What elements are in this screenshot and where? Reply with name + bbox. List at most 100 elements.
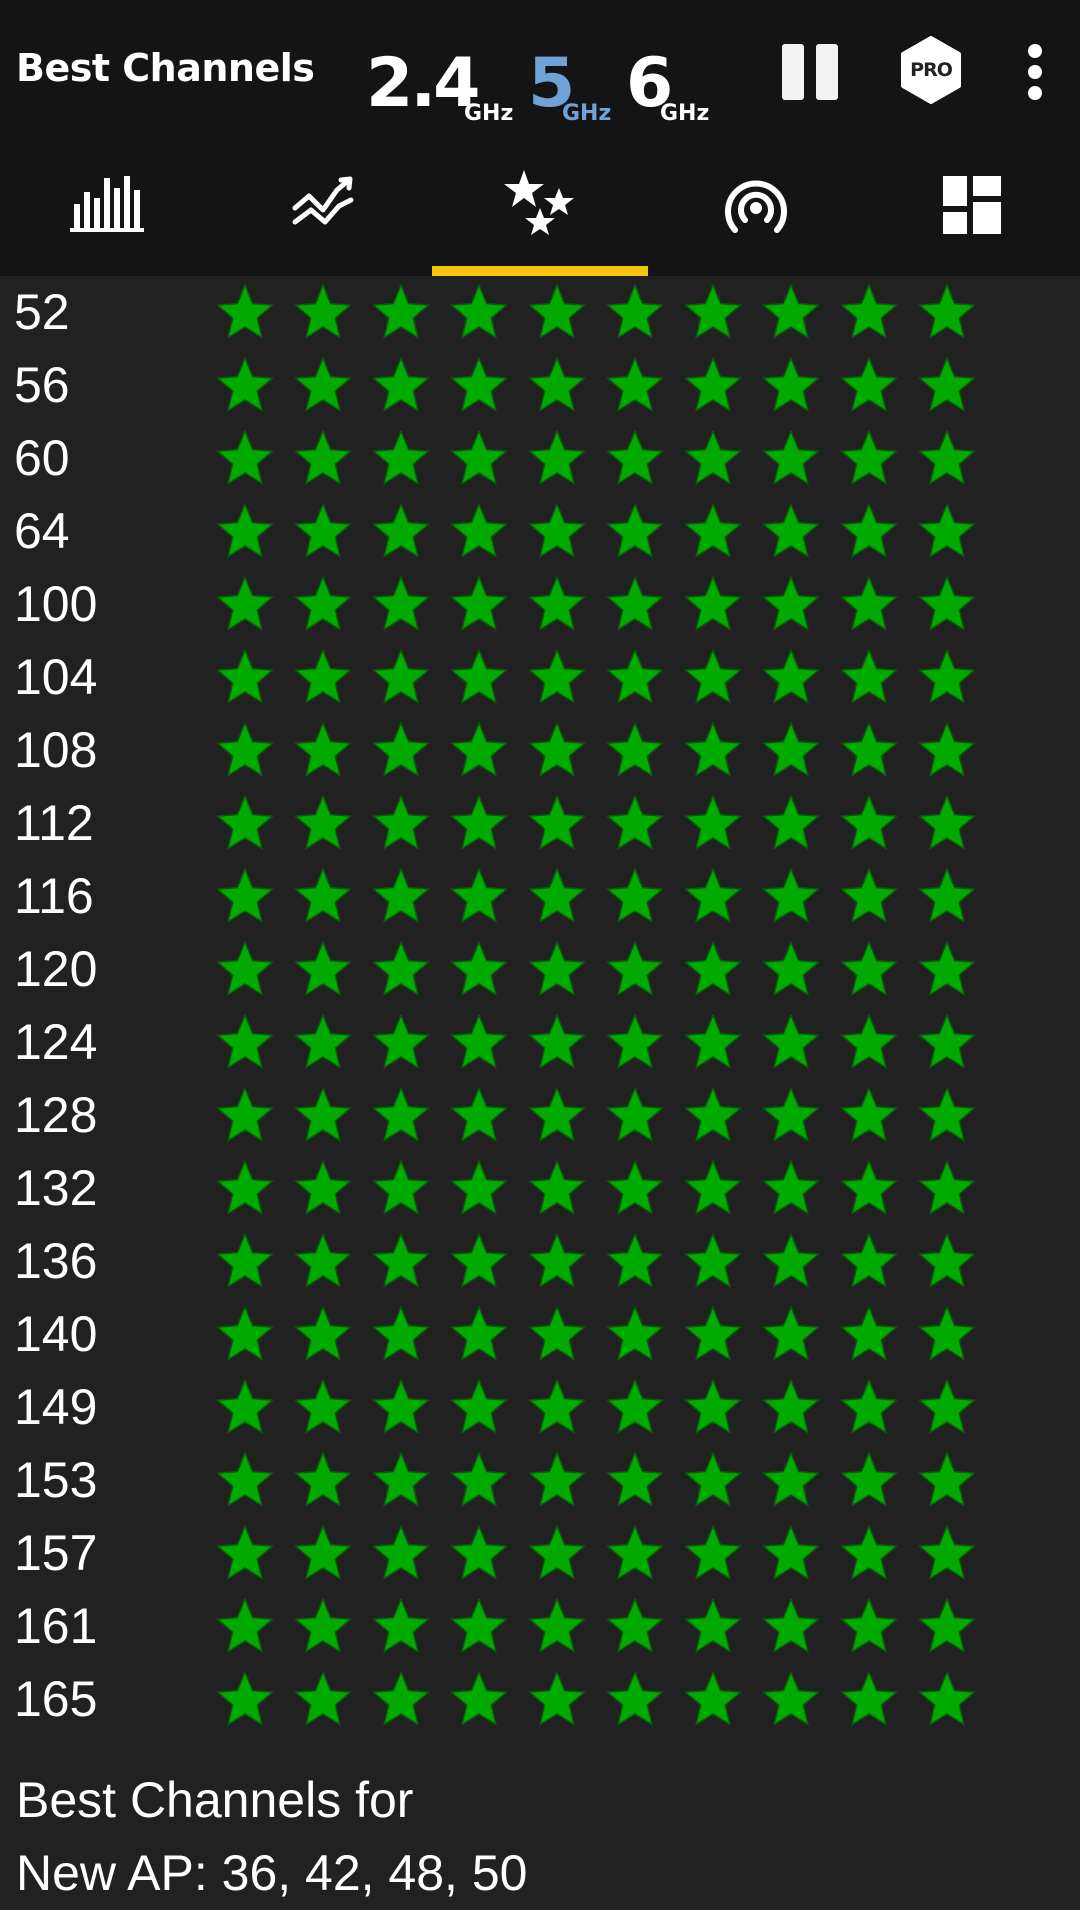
star-icon bbox=[448, 1596, 510, 1658]
star-icon bbox=[916, 428, 978, 490]
star-icon bbox=[214, 1012, 276, 1074]
star-icon bbox=[760, 793, 822, 855]
star-icon bbox=[370, 939, 432, 1001]
top-app-bar: Best Channels 2.4 GHz 5 GHz 6 GHz PRO bbox=[0, 0, 1080, 276]
star-icon bbox=[448, 428, 510, 490]
star-icon bbox=[214, 1377, 276, 1439]
star-icon bbox=[214, 939, 276, 1001]
star-icon bbox=[916, 720, 978, 782]
star-icon bbox=[604, 793, 666, 855]
star-icon bbox=[916, 793, 978, 855]
tab-bar bbox=[0, 150, 1080, 276]
time-graph-icon bbox=[292, 176, 354, 225]
star-icon bbox=[448, 1231, 510, 1293]
star-icon bbox=[604, 1085, 666, 1147]
band-5ghz-button[interactable]: 5 GHz bbox=[528, 44, 611, 134]
star-icon bbox=[604, 1450, 666, 1512]
channel-row: 165 bbox=[0, 1663, 1080, 1736]
star-icon bbox=[838, 1085, 900, 1147]
tab-channel-rating[interactable] bbox=[432, 150, 648, 276]
channel-number: 104 bbox=[14, 649, 98, 705]
star-icon bbox=[604, 428, 666, 490]
star-icon bbox=[760, 647, 822, 709]
star-icon bbox=[370, 1377, 432, 1439]
star-icon bbox=[838, 574, 900, 636]
star-icon bbox=[916, 647, 978, 709]
star-icon bbox=[838, 1012, 900, 1074]
pro-button[interactable]: PRO bbox=[900, 36, 962, 104]
channel-number: 100 bbox=[14, 576, 98, 632]
star-icon bbox=[526, 282, 588, 344]
selected-tab-indicator bbox=[432, 266, 648, 276]
star-icon bbox=[292, 647, 354, 709]
star-icon bbox=[526, 720, 588, 782]
star-icon bbox=[838, 793, 900, 855]
star-icon bbox=[370, 647, 432, 709]
star-icon bbox=[448, 282, 510, 344]
star-icon bbox=[292, 793, 354, 855]
star-icon bbox=[370, 574, 432, 636]
star-icon bbox=[838, 866, 900, 928]
star-icon bbox=[292, 574, 354, 636]
star-icon bbox=[448, 647, 510, 709]
star-icon bbox=[370, 1085, 432, 1147]
star-icon bbox=[916, 1158, 978, 1220]
tab-dashboard[interactable] bbox=[864, 150, 1080, 276]
tab-time-graph[interactable] bbox=[216, 150, 432, 276]
star-icon bbox=[760, 355, 822, 417]
tab-channel-graph[interactable] bbox=[0, 150, 216, 276]
band-2-4ghz-button[interactable]: 2.4 GHz bbox=[366, 44, 513, 134]
band-unit: GHz bbox=[464, 101, 514, 126]
channel-number: 56 bbox=[14, 357, 70, 413]
star-icon bbox=[760, 1158, 822, 1220]
channel-number: 112 bbox=[14, 795, 94, 851]
star-icon bbox=[760, 574, 822, 636]
star-icon bbox=[526, 501, 588, 563]
star-icon bbox=[760, 1231, 822, 1293]
band-6ghz-button[interactable]: 6 GHz bbox=[626, 44, 709, 134]
star-icon bbox=[214, 1231, 276, 1293]
star-icon bbox=[604, 647, 666, 709]
star-icon bbox=[370, 1012, 432, 1074]
star-icon bbox=[916, 1012, 978, 1074]
star-icon bbox=[292, 1085, 354, 1147]
star-icon bbox=[292, 501, 354, 563]
star-icon bbox=[682, 866, 744, 928]
best-channels-heading: Best Channels for bbox=[16, 1772, 414, 1828]
star-icon bbox=[370, 1450, 432, 1512]
page-title: Best Channels bbox=[16, 46, 315, 90]
star-icon bbox=[604, 1158, 666, 1220]
channel-row: 56 bbox=[0, 349, 1080, 422]
star-icon bbox=[292, 1669, 354, 1731]
star-icon bbox=[682, 1158, 744, 1220]
more-vert-icon[interactable] bbox=[1020, 42, 1050, 102]
star-icon bbox=[526, 793, 588, 855]
star-icon bbox=[760, 1377, 822, 1439]
tab-access-points[interactable] bbox=[648, 150, 864, 276]
star-icon bbox=[214, 1085, 276, 1147]
channel-row: 100 bbox=[0, 568, 1080, 641]
channel-number: 161 bbox=[14, 1598, 98, 1654]
star-icon bbox=[916, 501, 978, 563]
channel-number: 132 bbox=[14, 1160, 98, 1216]
star-icon bbox=[760, 501, 822, 563]
star-icon bbox=[448, 1304, 510, 1366]
star-icon bbox=[526, 1158, 588, 1220]
star-icon bbox=[292, 720, 354, 782]
star-icon bbox=[760, 1450, 822, 1512]
channel-row: 108 bbox=[0, 714, 1080, 787]
star-icon bbox=[682, 1085, 744, 1147]
star-icon bbox=[682, 428, 744, 490]
star-icon bbox=[526, 1085, 588, 1147]
channel-number: 157 bbox=[14, 1525, 98, 1581]
star-icon bbox=[370, 1304, 432, 1366]
star-icon bbox=[604, 282, 666, 344]
star-icon bbox=[292, 282, 354, 344]
star-icon bbox=[760, 282, 822, 344]
star-icon bbox=[682, 720, 744, 782]
star-icon bbox=[214, 1669, 276, 1731]
channel-row: 153 bbox=[0, 1444, 1080, 1517]
star-icon bbox=[760, 1596, 822, 1658]
channel-number: 128 bbox=[14, 1087, 98, 1143]
pause-icon[interactable] bbox=[780, 44, 840, 100]
